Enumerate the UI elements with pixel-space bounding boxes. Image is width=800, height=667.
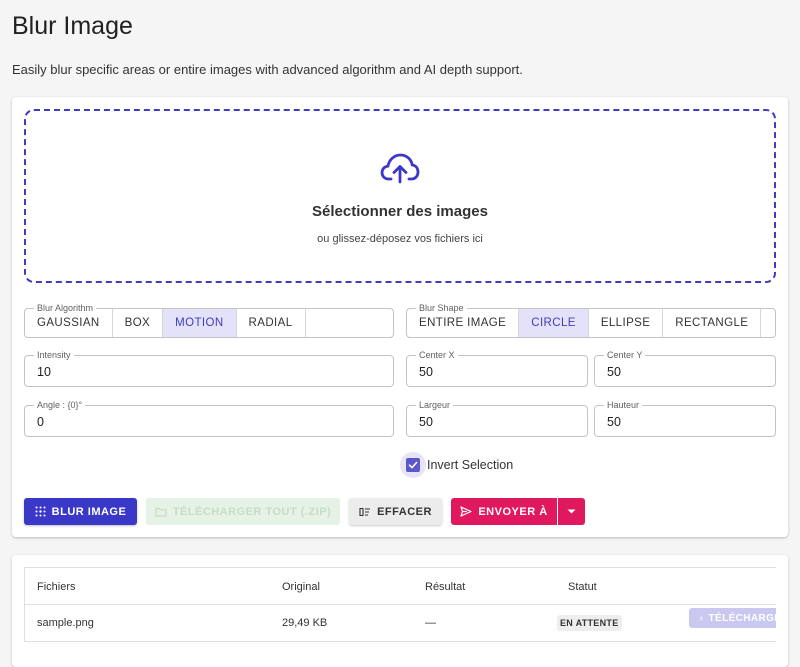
dropzone-title: Sélectionner des images	[312, 203, 488, 220]
angle-field[interactable]: Angle : {0}° 0	[24, 400, 394, 437]
blur-image-button[interactable]: BLUR IMAGE	[24, 498, 137, 525]
blur-grid-icon	[35, 506, 46, 517]
clear-button[interactable]: EFFACER	[349, 498, 442, 525]
intensity-field[interactable]: Intensity 10	[24, 350, 394, 387]
angle-value: 0	[37, 415, 44, 429]
center-y-field[interactable]: Center Y 50	[594, 350, 776, 387]
blur-shape-group: Blur Shape ENTIRE IMAGE CIRCLE ELLIPSE R…	[406, 303, 776, 338]
clear-list-icon	[359, 507, 371, 516]
hauteur-field[interactable]: Hauteur 50	[594, 400, 776, 437]
invert-selection-label: Invert Selection	[427, 458, 514, 472]
download-icon	[699, 615, 704, 621]
download-all-label: TÉLÉCHARGER TOUT (.ZIP)	[172, 505, 332, 518]
caret-down-icon	[567, 509, 576, 514]
shape-option-circle[interactable]: CIRCLE	[519, 309, 589, 337]
files-table-card: Fichiers Original Résultat Statut sample…	[12, 555, 788, 667]
page-title: Blur Image	[12, 12, 133, 40]
dropzone-subtitle: ou glissez-déposez vos fichiers ici	[317, 233, 483, 245]
center-y-label: Center Y	[604, 350, 646, 360]
row-download-label: TÉLÉCHARGER	[708, 612, 776, 624]
blur-algorithm-group: Blur Algorithm GAUSSIAN BOX MOTION RADIA…	[24, 303, 394, 338]
invert-selection-row[interactable]: Invert Selection	[400, 452, 513, 478]
cloud-upload-icon	[380, 153, 420, 184]
row-original-size: 29,49 KB	[282, 617, 328, 629]
algorithm-option-motion[interactable]: MOTION	[163, 309, 237, 337]
largeur-value: 50	[419, 415, 433, 429]
files-table: Fichiers Original Résultat Statut sample…	[24, 567, 776, 642]
algorithm-option-gaussian[interactable]: GAUSSIAN	[25, 309, 113, 337]
largeur-label: Largeur	[416, 400, 454, 410]
blur-settings-card: Sélectionner des images ou glissez-dépos…	[12, 97, 788, 537]
header-fichiers: Fichiers	[37, 581, 76, 593]
header-statut: Statut	[568, 581, 597, 593]
algorithm-option-box[interactable]: BOX	[113, 309, 164, 337]
check-icon	[408, 461, 418, 469]
row-download-button[interactable]: TÉLÉCHARGER	[689, 608, 776, 628]
folder-icon	[155, 507, 167, 517]
shape-option-entire-image[interactable]: ENTIRE IMAGE	[407, 309, 520, 337]
shape-option-rectangle[interactable]: RECTANGLE	[663, 309, 762, 337]
row-file-name: sample.png	[37, 617, 94, 629]
center-y-value: 50	[607, 365, 621, 379]
send-to-label: ENVOYER À	[478, 505, 548, 518]
intensity-value: 10	[37, 365, 51, 379]
invert-selection-checkbox[interactable]	[400, 452, 426, 478]
blur-image-label: BLUR IMAGE	[51, 505, 127, 518]
row-result: —	[425, 617, 436, 629]
send-to-dropdown-button[interactable]	[558, 498, 585, 525]
largeur-field[interactable]: Largeur 50	[406, 400, 588, 437]
table-divider	[25, 604, 776, 605]
shape-option-ellipse[interactable]: ELLIPSE	[589, 309, 664, 337]
angle-label: Angle : {0}°	[34, 400, 86, 410]
send-to-button[interactable]: ENVOYER À	[451, 498, 557, 525]
center-x-field[interactable]: Center X 50	[406, 350, 588, 387]
center-x-label: Center X	[416, 350, 458, 360]
page-description: Easily blur specific areas or entire ima…	[12, 62, 523, 77]
center-x-value: 50	[419, 365, 433, 379]
hauteur-value: 50	[607, 415, 621, 429]
image-dropzone[interactable]: Sélectionner des images ou glissez-dépos…	[24, 109, 776, 283]
send-icon	[460, 506, 472, 517]
algorithm-option-radial[interactable]: RADIAL	[237, 309, 306, 337]
header-resultat: Résultat	[425, 581, 466, 593]
status-badge: EN ATTENTE	[557, 615, 622, 631]
blur-shape-label: Blur Shape	[416, 303, 467, 313]
hauteur-label: Hauteur	[604, 400, 643, 410]
clear-label: EFFACER	[377, 505, 432, 518]
download-all-button[interactable]: TÉLÉCHARGER TOUT (.ZIP)	[146, 498, 340, 525]
header-original: Original	[282, 581, 320, 593]
intensity-label: Intensity	[34, 350, 74, 360]
blur-algorithm-label: Blur Algorithm	[34, 303, 97, 313]
